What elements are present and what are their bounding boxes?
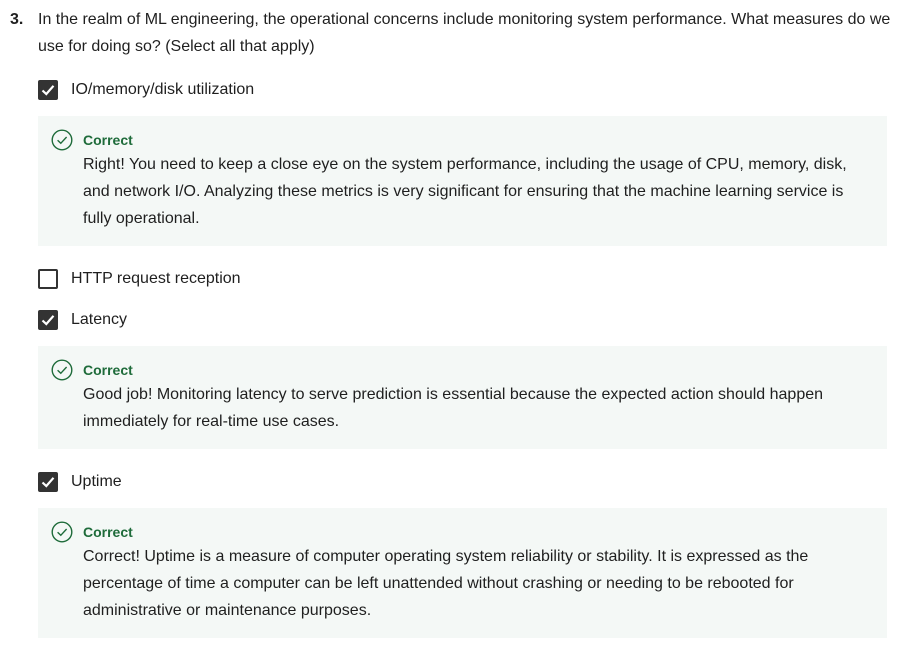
feedback-status-label: Correct bbox=[83, 362, 133, 378]
feedback-status-label: Correct bbox=[83, 524, 133, 540]
option-http-request[interactable]: HTTP request reception bbox=[38, 268, 241, 290]
option-latency[interactable]: Latency bbox=[38, 309, 127, 331]
feedback-status: Correct bbox=[51, 359, 867, 381]
checkmark-icon bbox=[41, 315, 55, 326]
option-label: Latency bbox=[71, 311, 128, 328]
option-label: Uptime bbox=[71, 473, 122, 490]
question-text: In the realm of ML engineering, the oper… bbox=[38, 11, 891, 55]
feedback-box: Correct Correct! Uptime is a measure of … bbox=[38, 508, 887, 638]
question-number: 3. bbox=[10, 11, 24, 28]
check-circle-icon bbox=[51, 129, 73, 151]
option-io-memory-disk[interactable]: IO/memory/disk utilization bbox=[38, 79, 254, 101]
option-label: IO/memory/disk utilization bbox=[71, 81, 255, 98]
option-uptime[interactable]: Uptime bbox=[38, 471, 122, 493]
checkbox-checked[interactable] bbox=[38, 80, 58, 100]
checkbox-checked[interactable] bbox=[38, 472, 58, 492]
feedback-text: Good job! Monitoring latency to serve pr… bbox=[83, 386, 824, 430]
feedback-text: Correct! Uptime is a measure of computer… bbox=[83, 548, 809, 619]
question: 3. In the realm of ML engineering, the o… bbox=[10, 6, 895, 60]
feedback-status-label: Correct bbox=[83, 132, 133, 148]
checkbox-unchecked[interactable] bbox=[38, 269, 58, 289]
feedback-status: Correct bbox=[51, 521, 867, 543]
feedback-text: Right! You need to keep a close eye on t… bbox=[83, 156, 847, 227]
checkbox-checked[interactable] bbox=[38, 310, 58, 330]
feedback-box: Correct Good job! Monitoring latency to … bbox=[38, 346, 887, 449]
checkmark-icon bbox=[41, 85, 55, 96]
feedback-box: Correct Right! You need to keep a close … bbox=[38, 116, 887, 246]
option-label: HTTP request reception bbox=[71, 270, 241, 287]
check-circle-icon bbox=[51, 359, 73, 381]
check-circle-icon bbox=[51, 521, 73, 543]
checkmark-icon bbox=[41, 477, 55, 488]
feedback-status: Correct bbox=[51, 129, 867, 151]
